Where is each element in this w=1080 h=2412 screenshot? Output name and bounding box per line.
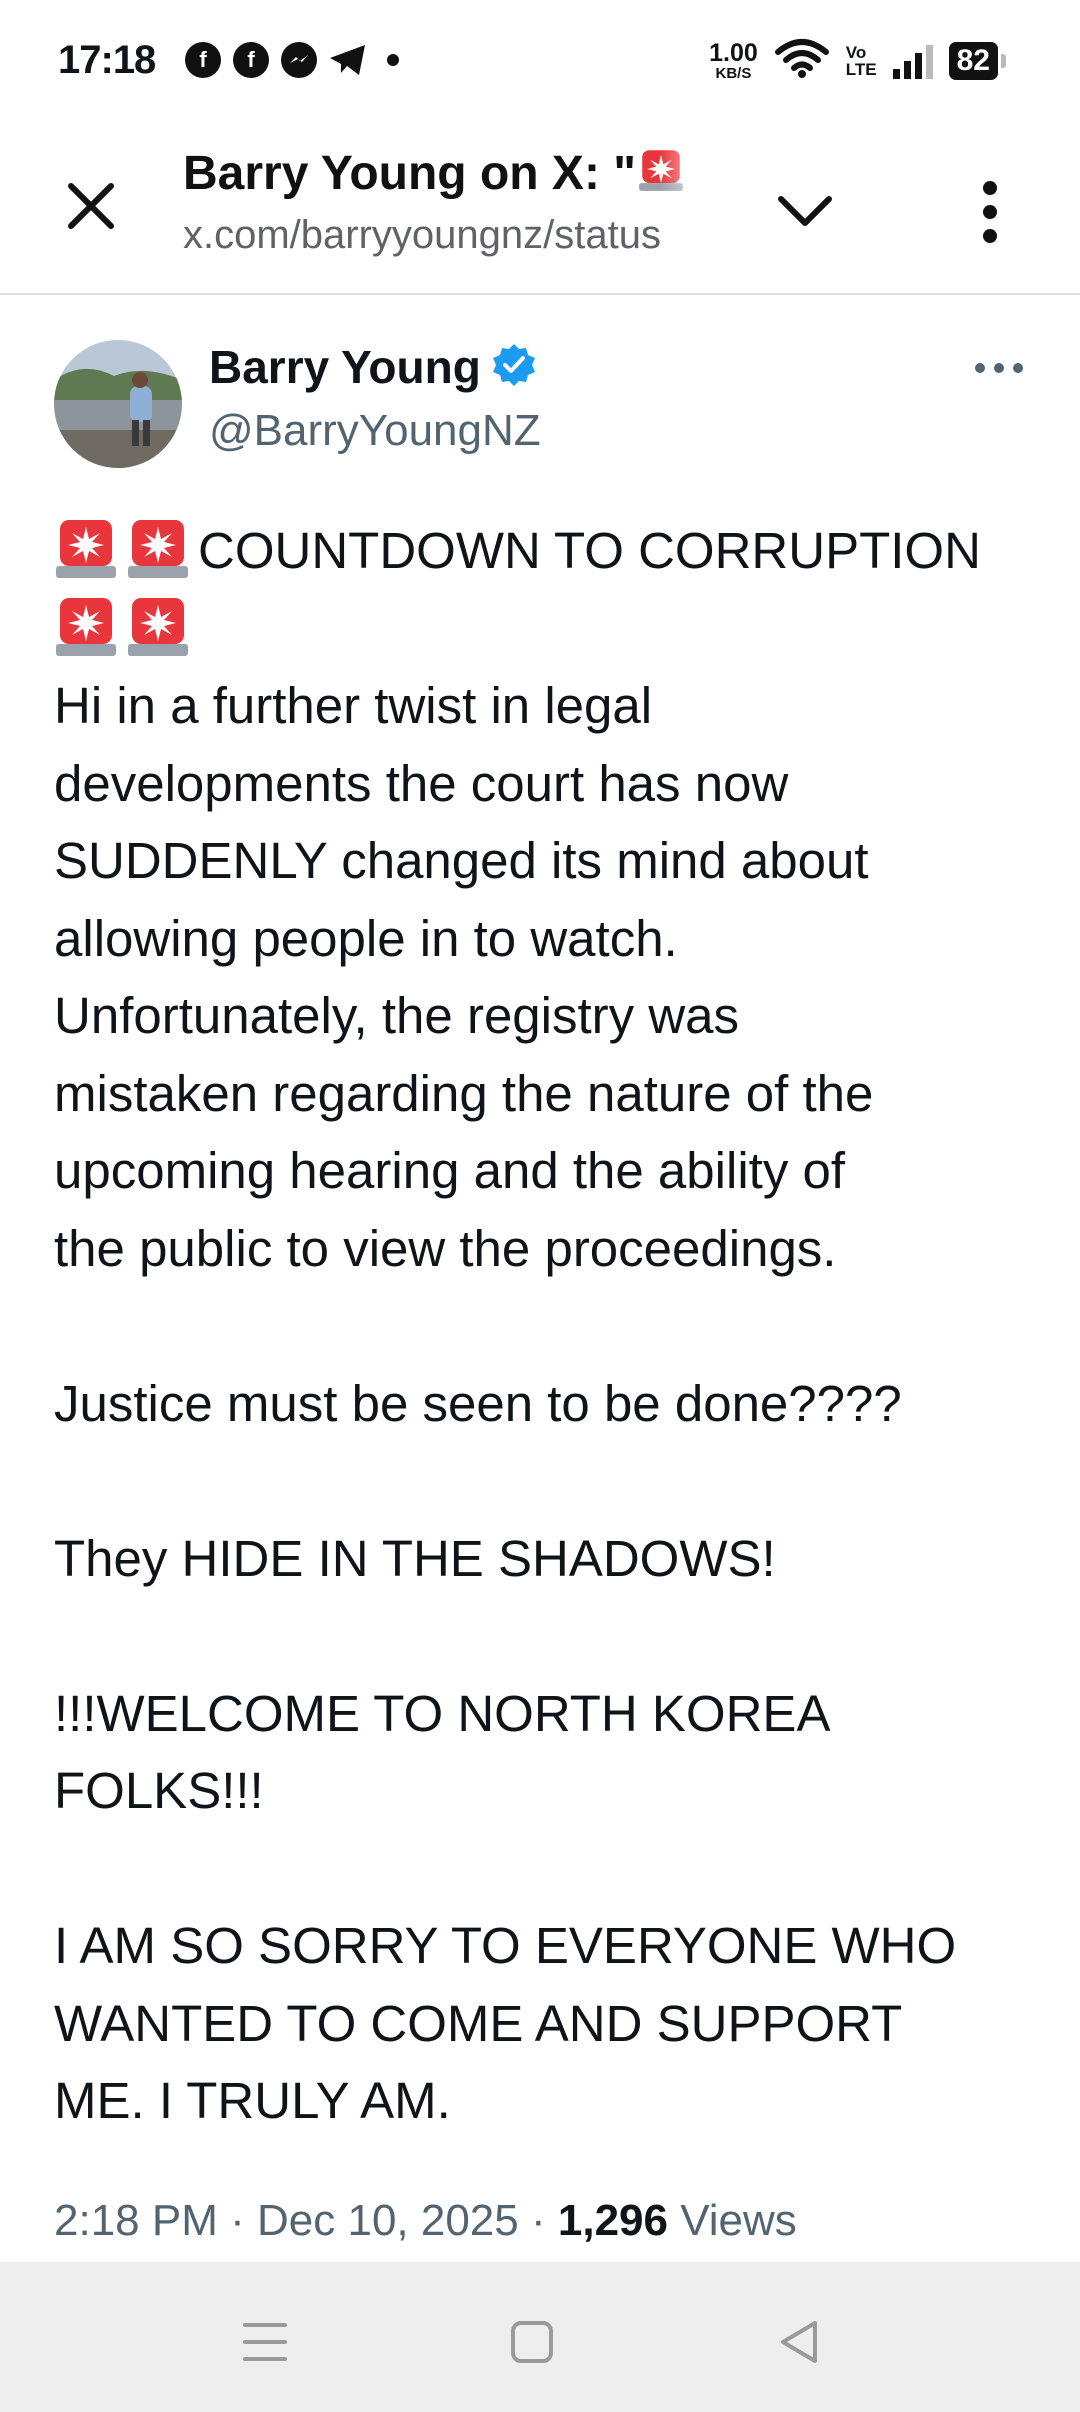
tweet-more-button[interactable] [964,348,1034,388]
police-light-emoji [126,594,190,658]
tweet-line: !!!WELCOME TO NORTH KOREA [54,1684,831,1742]
author-name-row: Barry Young [209,340,537,394]
close-tab-button[interactable] [58,173,124,239]
tweet-line: I AM SO SORRY TO EVERYONE WHO [54,1917,957,1974]
signal-icon [892,43,933,79]
police-light-emoji [54,594,118,658]
tweet-line: the public to view the proceedings. [54,1219,837,1277]
notification-icons: f f [185,42,399,78]
more-notifications-dot [387,54,399,66]
telegram-icon [329,42,367,78]
tweet-line: mistaken regarding the nature of the [54,1064,874,1122]
volte-indicator: Vo LTE [845,42,877,79]
more-horizontal-icon [975,363,1023,373]
police-light-emoji [126,516,190,580]
tweet-line: ME. I TRULY AM. [54,2072,451,2129]
close-icon [68,183,114,229]
author-display-name[interactable]: Barry Young [209,340,481,394]
tweet-line: allowing people in to watch. [54,909,678,967]
status-bar: 17:18 f f 1.00 KB/S Vo LTE 82 [0,0,1080,125]
messenger-icon [281,42,317,78]
status-time: 17:18 [58,38,156,82]
system-navigation-bar [0,2262,1080,2412]
tweet-line: FOLKS!!! [54,1762,264,1819]
avatar[interactable] [54,340,182,468]
tweet-header: Barry Young @BarryYoungNZ [54,340,1034,480]
tweet-heading-line: COUNTDOWN TO CORRUPTION [54,512,1044,590]
tweet-text: COUNTDOWN TO CORRUPTION Hi in a further … [54,512,1044,2140]
back-triangle-icon [781,2321,817,2363]
tweet-line: Unfortunately, the registry was [54,987,740,1044]
police-light-emoji [54,516,118,580]
tweet-time[interactable]: 2:18 PM [54,2196,218,2245]
status-indicators: 1.00 KB/S Vo LTE 82 [709,38,1007,83]
tweet-date[interactable]: Dec 10, 2025 [257,2196,519,2245]
tweet-heading-emoji-line [54,590,1044,668]
tweet-line: developments the court has now [54,754,789,812]
views-label: Views [680,2196,797,2245]
menu-lines-icon [243,2323,287,2361]
tweet-line: upcoming hearing and the ability of [54,1142,846,1199]
tweet-line: WANTED TO COME AND SUPPORT [54,1994,903,2052]
verified-badge-icon [491,342,537,393]
back-button[interactable] [758,2302,838,2382]
home-button[interactable] [492,2302,572,2382]
page-url: x.com/barryyoungnz/status [183,213,661,257]
battery-icon: 82 [948,41,1007,80]
tweet-line: SUDDENLY changed its mind about [54,832,869,889]
tweet-meta: 2:18 PM · Dec 10, 2025 · 1,296 Views [54,2196,797,2245]
tweet-line: Justice must be seen to be done???? [54,1374,902,1432]
views-count: 1,296 [557,2196,668,2245]
facebook-icon: f [233,42,269,78]
author-handle[interactable]: @BarryYoungNZ [209,406,541,456]
expand-toolbar-button[interactable] [770,177,840,247]
chevron-down-icon [778,196,832,226]
page-title: Barry Young on X: " [183,143,713,207]
overflow-menu-button[interactable] [955,167,1025,257]
custom-tab-toolbar: Barry Young on X: " x.com/barryyoungnz/s… [0,125,1080,295]
tweet-line: Hi in a further twist in legal [54,677,653,734]
square-icon [511,2321,553,2363]
recents-button[interactable] [225,2302,305,2382]
tweet-line: They HIDE IN THE SHADOWS! [54,1529,776,1587]
network-speed: 1.00 KB/S [709,38,758,82]
more-vertical-icon [983,181,997,243]
facebook-icon: f [185,42,221,78]
wifi-icon [774,38,830,83]
